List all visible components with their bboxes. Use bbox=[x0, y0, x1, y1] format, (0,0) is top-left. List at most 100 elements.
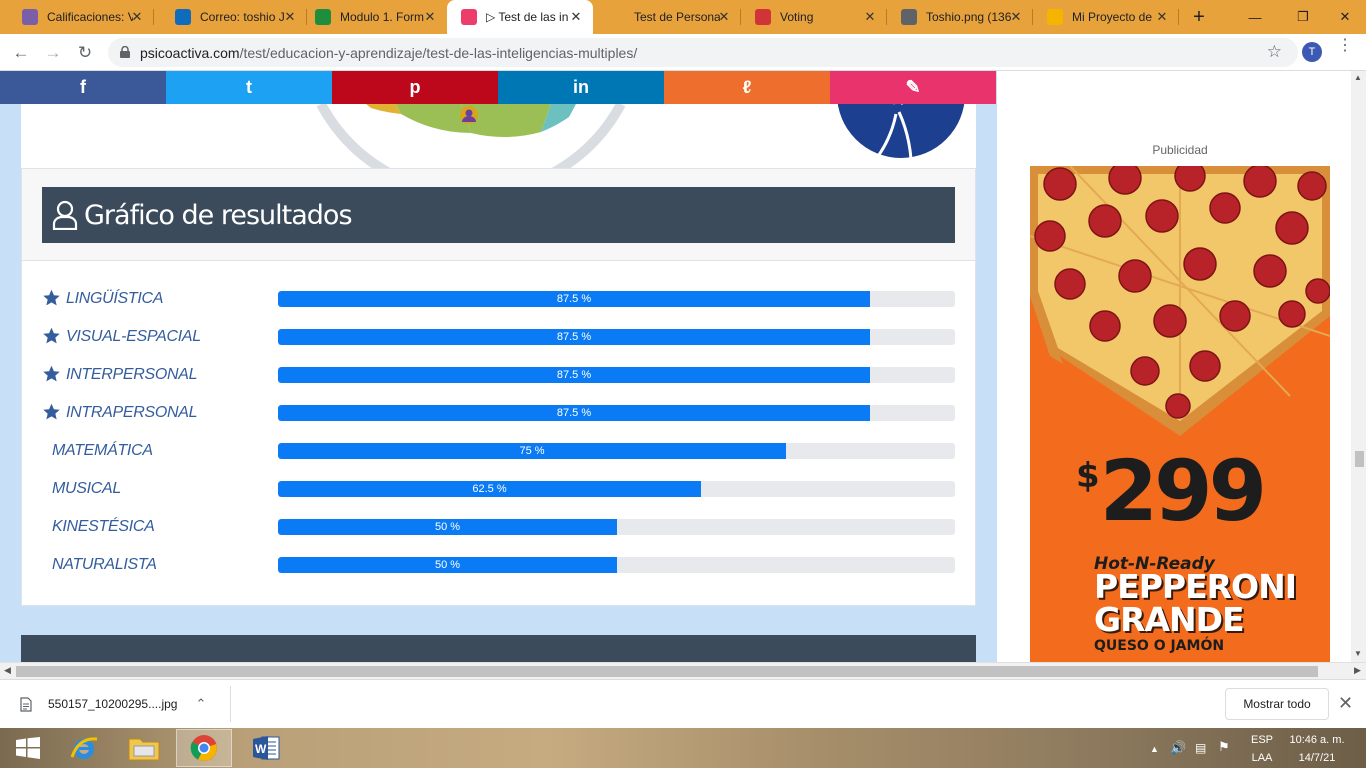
browser-tab[interactable]: Calificaciones: V ✕ bbox=[8, 0, 154, 34]
clock-date: 14/7/21 bbox=[1298, 752, 1336, 764]
close-window-button[interactable]: ✕ bbox=[1322, 0, 1366, 34]
tab-title: Calificaciones: V bbox=[47, 10, 133, 24]
new-tab-button[interactable]: + bbox=[1188, 6, 1210, 29]
results-title-bar: Gráfico de resultados bbox=[42, 187, 955, 243]
results-card-header: Gráfico de resultados bbox=[22, 169, 975, 261]
close-download-bar-icon[interactable]: ✕ bbox=[1338, 693, 1353, 714]
results-card: Gráfico de resultados LINGÜÍSTICA 87.5 % V… bbox=[21, 168, 976, 606]
tab-close-icon[interactable]: ✕ bbox=[1009, 10, 1023, 24]
tab-close-icon[interactable]: ✕ bbox=[863, 10, 877, 24]
browser-menu-icon[interactable]: ⋮ bbox=[1337, 38, 1353, 54]
windows-taskbar: W ▲ 🔊 ▤ ⚑ ESP LAA 10:46 a. m. 14/7/21 bbox=[0, 728, 1366, 768]
horizontal-scroll-thumb[interactable] bbox=[16, 666, 1318, 677]
forward-button[interactable]: → bbox=[42, 42, 64, 64]
result-bar-track: 87.5 % bbox=[278, 405, 955, 421]
internet-explorer-icon bbox=[70, 737, 98, 759]
restore-button[interactable]: ❐ bbox=[1280, 0, 1326, 34]
language-indicator[interactable]: ESP LAA bbox=[1246, 731, 1278, 767]
share-twitter-button[interactable]: t bbox=[166, 71, 332, 104]
browser-tab[interactable]: Test de Persona ✕ bbox=[595, 0, 741, 34]
svg-text:W: W bbox=[255, 742, 267, 756]
file-explorer-taskbar[interactable] bbox=[116, 729, 172, 767]
ad-product-line1: PEPPERONI bbox=[1094, 567, 1297, 606]
show-all-button[interactable]: Mostrar todo bbox=[1225, 688, 1329, 720]
result-label: MUSICAL bbox=[52, 480, 122, 497]
tab-close-icon[interactable]: ✕ bbox=[569, 10, 583, 24]
reload-button[interactable]: ↻ bbox=[74, 42, 96, 64]
back-button[interactable]: ← bbox=[10, 42, 32, 64]
tab-favicon-icon bbox=[461, 9, 477, 25]
result-bar: 87.5 % bbox=[278, 291, 870, 307]
tab-favicon-icon bbox=[609, 9, 625, 25]
start-button[interactable] bbox=[0, 729, 56, 767]
result-label: KINESTÉSICA bbox=[52, 518, 155, 535]
scroll-right-arrow-icon[interactable]: ▶ bbox=[1354, 665, 1361, 676]
pizza-image bbox=[1030, 166, 1330, 456]
url-text[interactable]: psicoactiva.com/test/educacion-y-aprendi… bbox=[140, 45, 637, 61]
volume-icon[interactable]: 🔊 bbox=[1170, 739, 1186, 757]
bookmark-star-icon[interactable]: ☆ bbox=[1267, 42, 1282, 62]
action-center-flag-icon[interactable]: ⚑ bbox=[1218, 738, 1230, 756]
result-label: INTERPERSONAL bbox=[66, 366, 198, 383]
share-linkedin-button[interactable]: in bbox=[498, 71, 664, 104]
scroll-up-arrow-icon[interactable]: ▲ bbox=[1354, 73, 1362, 82]
intelligence-wheel-illustration bbox=[316, 104, 965, 168]
result-bar-track: 75 % bbox=[278, 443, 955, 459]
word-icon: W bbox=[253, 736, 280, 760]
network-icon[interactable]: ▤ bbox=[1195, 739, 1206, 757]
internet-explorer-taskbar[interactable] bbox=[56, 729, 112, 767]
show-hidden-icons[interactable]: ▲ bbox=[1150, 740, 1159, 758]
browser-tab[interactable]: Modulo 1. Form ✕ bbox=[301, 0, 447, 34]
result-row: INTRAPERSONAL 87.5 % bbox=[22, 403, 975, 421]
tab-close-icon[interactable]: ✕ bbox=[717, 10, 731, 24]
minimize-button[interactable]: — bbox=[1232, 0, 1278, 34]
browser-tab[interactable]: ▷ Test de las in ✕ bbox=[447, 0, 593, 34]
address-bar[interactable]: psicoactiva.com/test/educacion-y-aprendi… bbox=[108, 38, 1298, 67]
tab-strip: + — ❐ ✕ Calificaciones: V ✕ Correo: toshio… bbox=[0, 0, 1366, 34]
tab-close-icon[interactable]: ✕ bbox=[130, 10, 144, 24]
browser-tab[interactable]: Mi Proyecto de ✕ bbox=[1033, 0, 1179, 34]
vertical-scrollbar[interactable]: ▲ ▼ bbox=[1351, 71, 1366, 662]
horizontal-scrollbar[interactable]: ◀ ▶ bbox=[0, 662, 1366, 679]
share-pinterest-button[interactable]: p bbox=[332, 71, 498, 104]
tab-close-icon[interactable]: ✕ bbox=[283, 10, 297, 24]
tab-favicon-icon bbox=[175, 9, 191, 25]
result-bar-track: 50 % bbox=[278, 557, 955, 573]
browser-tab[interactable]: Correo: toshio J ✕ bbox=[161, 0, 307, 34]
tab-title: Test de Persona bbox=[634, 10, 720, 24]
share-whatsapp-like-button[interactable]: ✎ bbox=[830, 71, 996, 104]
result-bar: 87.5 % bbox=[278, 405, 870, 421]
chrome-taskbar[interactable] bbox=[176, 729, 232, 767]
clock[interactable]: 10:46 a. m. 14/7/21 bbox=[1285, 731, 1349, 767]
share-mix-button[interactable]: ℓ bbox=[664, 71, 830, 104]
word-taskbar[interactable]: W bbox=[238, 729, 294, 767]
tab-title: Toshio.png (136 bbox=[926, 10, 1012, 24]
result-label: INTRAPERSONAL bbox=[66, 404, 198, 421]
pizza-ad[interactable]: $299 Hot-N-Ready PEPPERONI GRANDE QUESO O… bbox=[1030, 166, 1330, 662]
tab-favicon-icon bbox=[315, 9, 331, 25]
share-facebook-button[interactable]: f bbox=[0, 71, 166, 104]
tab-separator bbox=[1178, 9, 1179, 25]
lock-icon bbox=[120, 46, 130, 58]
result-bar-track: 50 % bbox=[278, 519, 955, 535]
tab-favicon-icon bbox=[22, 9, 38, 25]
download-separator bbox=[230, 686, 231, 722]
tab-close-icon[interactable]: ✕ bbox=[423, 10, 437, 24]
tab-close-icon[interactable]: ✕ bbox=[1155, 10, 1169, 24]
twitter-icon: t bbox=[246, 77, 252, 97]
ad-price-value: 299 bbox=[1099, 442, 1267, 540]
result-row: VISUAL-ESPACIAL 87.5 % bbox=[22, 327, 975, 345]
chevron-up-icon[interactable]: ⌃ bbox=[195, 696, 206, 712]
browser-tab[interactable]: Toshio.png (136 ✕ bbox=[887, 0, 1033, 34]
scroll-left-arrow-icon[interactable]: ◀ bbox=[4, 665, 11, 676]
intelligence-wheel-card bbox=[21, 104, 976, 168]
profile-avatar[interactable]: T bbox=[1302, 42, 1322, 62]
scroll-down-arrow-icon[interactable]: ▼ bbox=[1354, 649, 1362, 658]
vertical-scroll-thumb[interactable] bbox=[1355, 451, 1364, 467]
ad-price-symbol: $ bbox=[1076, 456, 1100, 496]
download-item[interactable]: 550157_10200295....jpg ⌃ bbox=[20, 696, 206, 712]
browser-tab[interactable]: Voting ✕ bbox=[741, 0, 887, 34]
result-bar-track: 87.5 % bbox=[278, 329, 955, 345]
tab-title: Mi Proyecto de bbox=[1072, 10, 1153, 24]
language-code: ESP bbox=[1250, 734, 1273, 746]
